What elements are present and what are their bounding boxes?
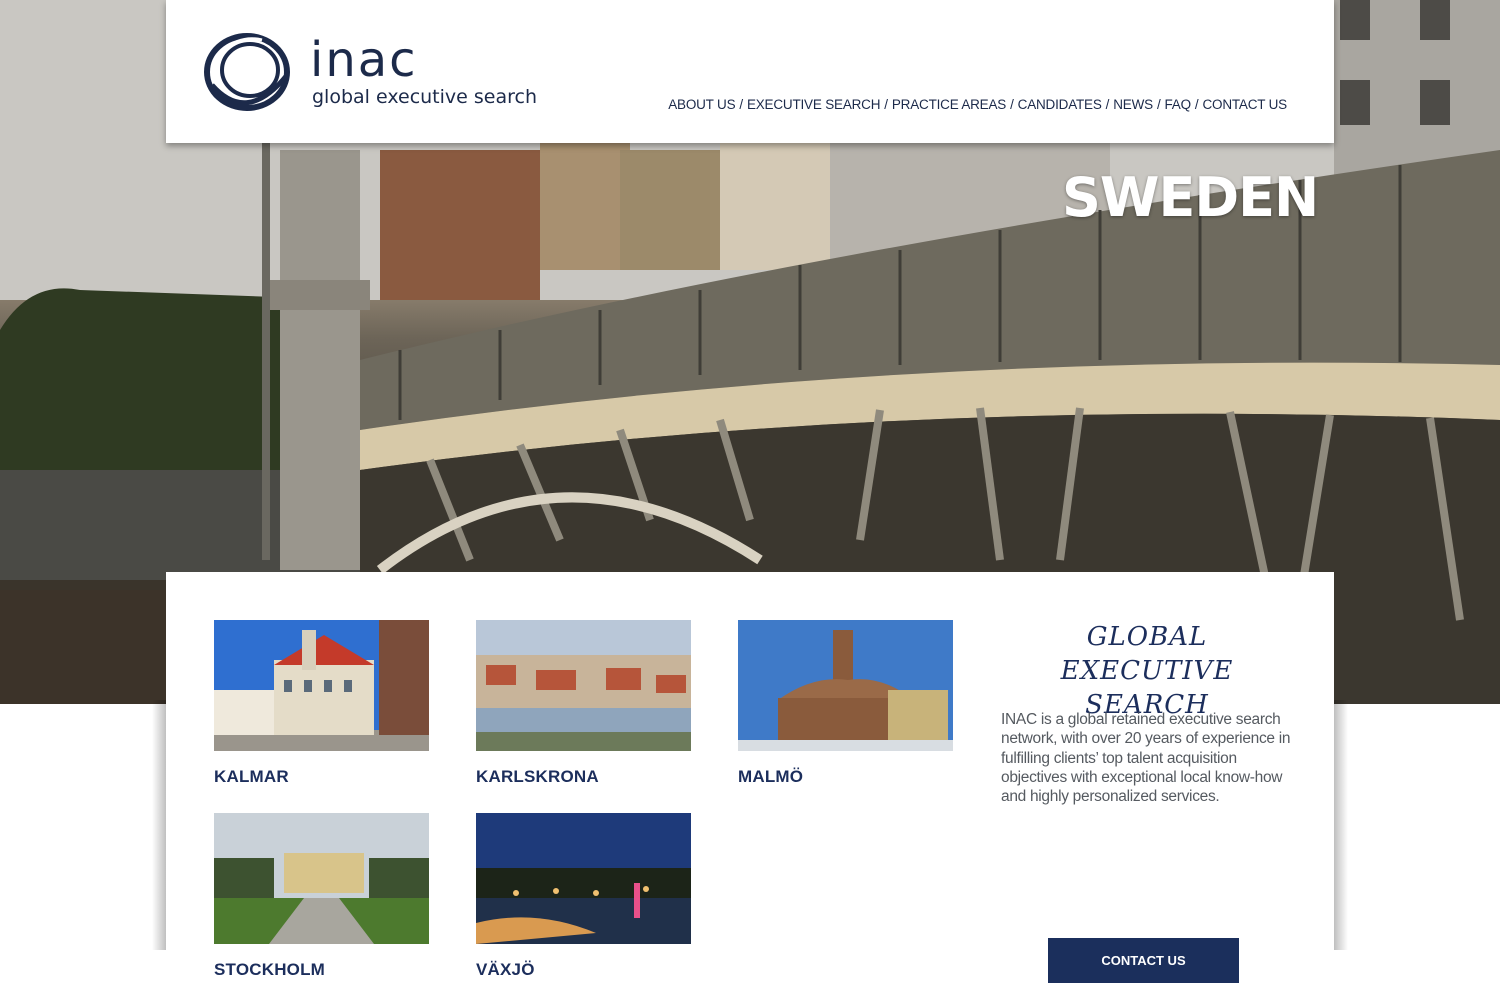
city-name[interactable]: VÄXJÖ <box>476 960 691 980</box>
stockholm-photo[interactable] <box>214 813 429 944</box>
nav-separator: / <box>1194 97 1199 112</box>
main-nav: ABOUT US / EXECUTIVE SEARCH / PRACTICE AREAS… <box>668 97 1287 112</box>
section-heading: GLOBAL EXECUTIVE SEARCH <box>1001 620 1293 722</box>
nav-separator: / <box>1010 97 1014 112</box>
panel-shadow <box>1334 700 1348 950</box>
malmo-photo[interactable] <box>738 620 953 751</box>
site-header: inac global executive search ABOUT US / EX… <box>166 0 1334 143</box>
karlskrona-photo[interactable] <box>476 620 691 751</box>
nav-news[interactable]: NEWS <box>1113 97 1153 112</box>
city-card-vaxjo[interactable]: VÄXJÖ <box>476 813 691 980</box>
company-description: INAC is a global retained executive sear… <box>1001 711 1291 806</box>
city-card-malmo[interactable]: MALMÖ <box>738 620 953 787</box>
city-name[interactable]: STOCKHOLM <box>214 960 429 980</box>
nav-about-us[interactable]: ABOUT US <box>668 97 735 112</box>
nav-separator: / <box>1156 97 1161 112</box>
brand-tagline: global executive search <box>312 86 537 108</box>
city-card-kalmar[interactable]: KALMAR <box>214 620 429 787</box>
nav-contact-us[interactable]: CONTACT US <box>1202 97 1287 112</box>
nav-separator: / <box>739 97 743 112</box>
nav-separator: / <box>884 97 888 112</box>
section-heading-line: GLOBAL EXECUTIVE <box>1060 622 1234 686</box>
city-card-stockholm[interactable]: STOCKHOLM <box>214 813 429 980</box>
nav-faq[interactable]: FAQ <box>1165 97 1192 112</box>
content-panel: KALMAR KARLSKRONA MALMÖ STOCKHOLM VÄXJÖ … <box>166 572 1334 992</box>
city-name[interactable]: KALMAR <box>214 767 429 787</box>
kalmar-photo[interactable] <box>214 620 429 751</box>
brand-name[interactable]: inac <box>310 36 418 84</box>
city-name[interactable]: KARLSKRONA <box>476 767 691 787</box>
city-card-karlskrona[interactable]: KARLSKRONA <box>476 620 691 787</box>
nav-practice-areas[interactable]: PRACTICE AREAS <box>892 97 1006 112</box>
nav-separator: / <box>1105 97 1110 112</box>
city-name[interactable]: MALMÖ <box>738 767 953 787</box>
contact-us-button[interactable]: CONTACT US <box>1048 938 1239 983</box>
panel-shadow <box>152 700 166 950</box>
page-title: SWEDEN <box>1062 166 1319 229</box>
nav-executive-search[interactable]: EXECUTIVE SEARCH <box>747 97 881 112</box>
nav-candidates[interactable]: CANDIDATES <box>1018 97 1102 112</box>
inac-logo-icon[interactable] <box>202 30 292 114</box>
vaxjo-photo[interactable] <box>476 813 691 944</box>
